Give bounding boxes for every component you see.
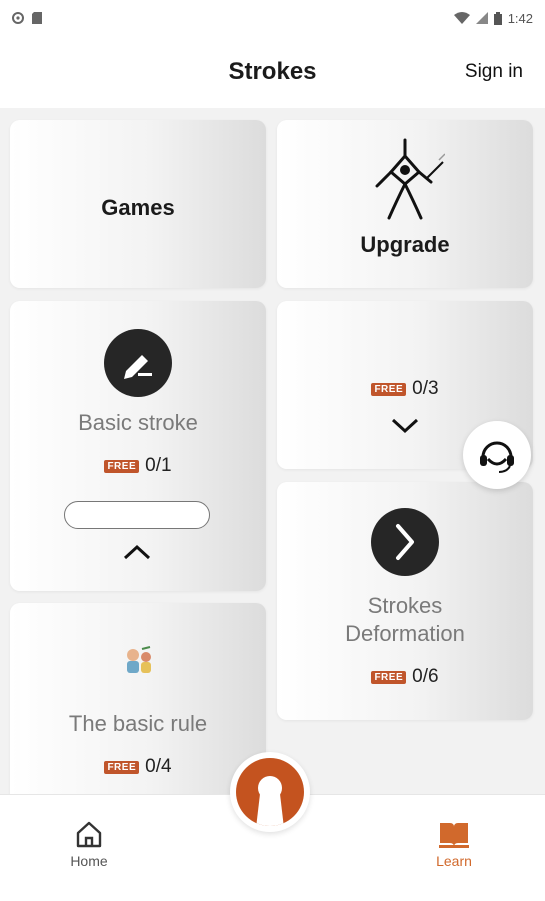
basic-rule-title: The basic rule bbox=[68, 711, 208, 736]
keyhole-icon bbox=[236, 758, 304, 826]
deformation-title-line2: Deformation bbox=[345, 621, 465, 646]
progress-bar bbox=[64, 501, 210, 529]
basic-stroke-card[interactable]: Basic stroke FREE 0/1 bbox=[10, 301, 266, 591]
nav-home-label: Home bbox=[70, 853, 108, 869]
signal-icon bbox=[475, 12, 488, 24]
status-right: 1:42 bbox=[453, 10, 533, 26]
app-bar: Strokes Sign in bbox=[0, 36, 545, 108]
progress-count: 0/3 bbox=[412, 378, 439, 399]
deformation-title: Strokes Deformation bbox=[277, 592, 533, 648]
strokes-deformation-card[interactable]: Strokes Deformation FREE 0/6 bbox=[277, 482, 533, 720]
upgrade-label: Upgrade bbox=[360, 232, 450, 257]
status-left bbox=[12, 12, 42, 24]
upgrade-card[interactable]: Upgrade bbox=[277, 120, 533, 288]
home-icon bbox=[76, 821, 102, 848]
basic-stroke-progress: FREE 0/1 bbox=[10, 455, 266, 477]
chevron-up-icon[interactable] bbox=[122, 543, 152, 561]
basic-stroke-title: Basic stroke bbox=[78, 410, 198, 435]
sd-card-status-icon bbox=[32, 12, 42, 24]
progress-count: 0/1 bbox=[145, 455, 172, 476]
nav-learn-label: Learn bbox=[436, 853, 472, 869]
center-action-button[interactable] bbox=[230, 752, 310, 832]
support-button[interactable] bbox=[463, 421, 531, 489]
status-time: 1:42 bbox=[507, 10, 533, 26]
sign-in-link[interactable]: Sign in bbox=[465, 61, 523, 83]
free-badge: FREE bbox=[104, 760, 140, 774]
s-curve-icon bbox=[396, 524, 414, 560]
basic-rule-card[interactable]: The basic rule FREE 0/4 bbox=[10, 603, 266, 794]
nav-learn[interactable]: Learn bbox=[424, 819, 484, 869]
chevron-down-icon[interactable] bbox=[390, 417, 420, 435]
free-badge: FREE bbox=[371, 670, 407, 684]
page-title: Strokes bbox=[228, 58, 317, 85]
characters-illustration-icon bbox=[127, 646, 151, 673]
headset-icon bbox=[480, 441, 514, 473]
nav-home[interactable]: Home bbox=[59, 819, 119, 869]
status-bar: 1:42 bbox=[0, 0, 545, 36]
collapsed-progress: FREE 0/3 bbox=[277, 378, 533, 400]
settings-status-icon bbox=[12, 12, 24, 24]
basic-stroke-badge bbox=[104, 329, 172, 397]
deformation-progress: FREE 0/6 bbox=[277, 666, 533, 688]
keyhole-shape bbox=[256, 776, 284, 826]
basic-rule-progress: FREE 0/4 bbox=[10, 756, 266, 778]
deformation-title-line1: Strokes bbox=[367, 593, 443, 618]
warrior-logo-icon bbox=[375, 138, 445, 220]
games-card[interactable]: Games bbox=[10, 120, 266, 288]
deformation-badge bbox=[371, 508, 439, 576]
wifi-icon bbox=[453, 12, 470, 24]
free-badge: FREE bbox=[104, 459, 140, 473]
progress-count: 0/6 bbox=[412, 666, 439, 687]
games-label: Games bbox=[101, 195, 175, 220]
book-icon bbox=[439, 823, 469, 848]
content-area[interactable]: Games Upgrade Basic stroke FREE 0/1 FREE… bbox=[0, 108, 545, 794]
free-badge: FREE bbox=[371, 382, 407, 396]
pencil-icon bbox=[124, 355, 152, 379]
progress-count: 0/4 bbox=[145, 756, 172, 777]
battery-icon bbox=[493, 11, 502, 25]
